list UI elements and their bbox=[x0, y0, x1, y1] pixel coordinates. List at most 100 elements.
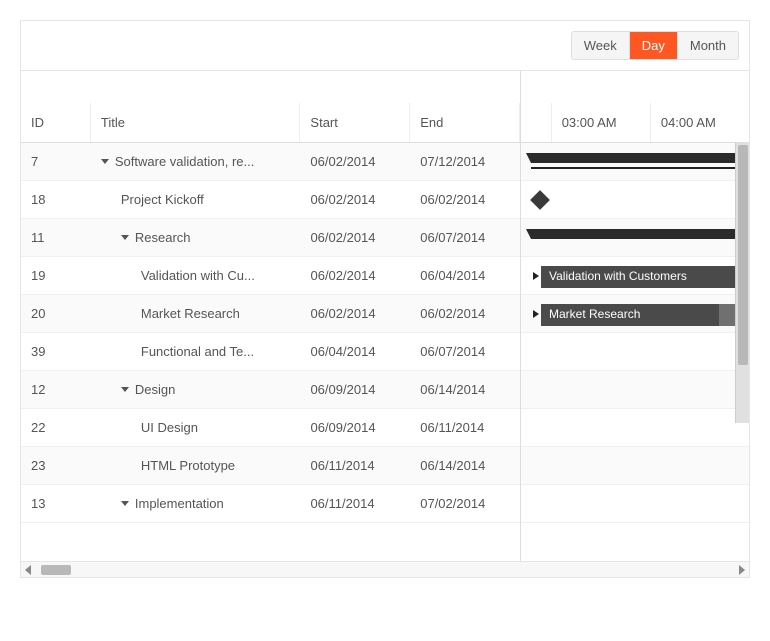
chevron-down-icon[interactable] bbox=[101, 159, 109, 164]
milestone-icon[interactable] bbox=[530, 190, 550, 210]
cell-start: 06/02/2014 bbox=[300, 154, 410, 169]
timeline-row[interactable] bbox=[521, 485, 749, 523]
timeline-header: 03:00 AM04:00 AM bbox=[521, 71, 749, 143]
cell-start: 06/11/2014 bbox=[300, 496, 410, 511]
cell-start: 06/09/2014 bbox=[300, 382, 410, 397]
timeline-row[interactable]: Market Research bbox=[521, 295, 749, 333]
timeline-row[interactable] bbox=[521, 371, 749, 409]
chevron-down-icon[interactable] bbox=[121, 387, 129, 392]
table-row[interactable]: 12Design06/09/201406/14/2014 bbox=[21, 371, 520, 409]
cell-start: 06/02/2014 bbox=[300, 230, 410, 245]
timeline-row[interactable] bbox=[521, 447, 749, 485]
title-text: Software validation, re... bbox=[115, 154, 254, 169]
scroll-right-icon[interactable] bbox=[739, 565, 745, 575]
title-text: Research bbox=[135, 230, 191, 245]
cell-id: 39 bbox=[21, 344, 91, 359]
cell-start: 06/02/2014 bbox=[300, 268, 410, 283]
vertical-scrollbar-thumb[interactable] bbox=[738, 145, 748, 365]
time-header-cell: 04:00 AM bbox=[650, 103, 749, 142]
cell-id: 13 bbox=[21, 496, 91, 511]
view-btn-month[interactable]: Month bbox=[678, 32, 738, 59]
cell-end: 06/02/2014 bbox=[410, 306, 520, 321]
timeline-panel: 03:00 AM04:00 AM Validation with Custome… bbox=[521, 71, 749, 561]
cell-end: 06/07/2014 bbox=[410, 344, 520, 359]
cell-id: 20 bbox=[21, 306, 91, 321]
cell-title: Functional and Te... bbox=[91, 344, 301, 359]
chevron-down-icon[interactable] bbox=[121, 235, 129, 240]
task-bar[interactable]: Market Research bbox=[541, 304, 749, 326]
cell-id: 12 bbox=[21, 382, 91, 397]
cell-end: 07/02/2014 bbox=[410, 496, 520, 511]
gantt-container: WeekDayMonth ID Title Start End 7 Softwar… bbox=[20, 20, 750, 578]
cell-id: 18 bbox=[21, 192, 91, 207]
cell-id: 7 bbox=[21, 154, 91, 169]
cell-id: 23 bbox=[21, 458, 91, 473]
cell-end: 06/14/2014 bbox=[410, 458, 520, 473]
cell-title: Research bbox=[91, 230, 301, 245]
view-btn-week[interactable]: Week bbox=[572, 32, 630, 59]
cell-end: 06/04/2014 bbox=[410, 268, 520, 283]
timeline-row[interactable] bbox=[521, 219, 749, 257]
summary-bar[interactable] bbox=[531, 153, 749, 163]
table-row[interactable]: 22UI Design06/09/201406/11/2014 bbox=[21, 409, 520, 447]
title-text: Design bbox=[135, 382, 175, 397]
table-row[interactable]: 39 Functional and Te... 06/04/201406/07/20… bbox=[21, 333, 520, 371]
chevron-down-icon[interactable] bbox=[121, 501, 129, 506]
dependency-arrow-icon bbox=[533, 310, 539, 318]
tree-header: ID Title Start End bbox=[21, 71, 520, 143]
cell-end: 06/11/2014 bbox=[410, 420, 520, 435]
horizontal-scrollbar-thumb[interactable] bbox=[41, 565, 71, 575]
table-row[interactable]: 20 Market Research 06/02/201406/02/2014 bbox=[21, 295, 520, 333]
tree-panel: ID Title Start End 7 Software validation,… bbox=[21, 71, 521, 561]
cell-start: 06/02/2014 bbox=[300, 306, 410, 321]
title-text: HTML Prototype bbox=[141, 458, 235, 473]
title-text: Functional and Te... bbox=[141, 344, 254, 359]
timeline-row[interactable]: Validation with Customers bbox=[521, 257, 749, 295]
cell-title: Implementation bbox=[91, 496, 301, 511]
col-header-title[interactable]: Title bbox=[91, 103, 301, 142]
view-switch: WeekDayMonth bbox=[571, 31, 739, 60]
cell-title: Market Research bbox=[91, 306, 301, 321]
table-row[interactable]: 13 Implementation 06/11/201407/02/2014 bbox=[21, 485, 520, 523]
summary-bar[interactable] bbox=[531, 229, 749, 239]
view-btn-day[interactable]: Day bbox=[630, 32, 678, 59]
cell-id: 19 bbox=[21, 268, 91, 283]
title-text: Market Research bbox=[141, 306, 240, 321]
timeline-row[interactable] bbox=[521, 181, 749, 219]
title-text: Validation with Cu... bbox=[141, 268, 255, 283]
cell-title: Design bbox=[91, 382, 301, 397]
col-header-start[interactable]: Start bbox=[300, 103, 410, 142]
cell-start: 06/11/2014 bbox=[300, 458, 410, 473]
cell-id: 22 bbox=[21, 420, 91, 435]
summary-outline bbox=[531, 167, 749, 169]
horizontal-scrollbar[interactable] bbox=[21, 561, 749, 577]
timeline-rows: Validation with Customers Market Research bbox=[521, 143, 749, 523]
title-text: Project Kickoff bbox=[121, 192, 204, 207]
cell-title: UI Design bbox=[91, 420, 301, 435]
horizontal-scrollbar-track[interactable] bbox=[31, 565, 739, 575]
cell-id: 11 bbox=[21, 230, 91, 245]
task-bar[interactable]: Validation with Customers bbox=[541, 266, 749, 288]
tree-rows: 7 Software validation, re... 06/02/2014 07/… bbox=[21, 143, 520, 523]
table-row[interactable]: 7Software validation, re...06/02/201407/… bbox=[21, 143, 520, 181]
title-text: UI Design bbox=[141, 420, 198, 435]
gantt-body: ID Title Start End 7 Software validation,… bbox=[21, 71, 749, 561]
cell-title: Project Kickoff bbox=[91, 192, 301, 207]
vertical-scrollbar[interactable] bbox=[735, 143, 749, 423]
col-header-id[interactable]: ID bbox=[21, 103, 91, 142]
cell-start: 06/04/2014 bbox=[300, 344, 410, 359]
timeline-row[interactable] bbox=[521, 143, 749, 181]
title-text: Implementation bbox=[135, 496, 224, 511]
table-row[interactable]: 23 HTML Prototype 06/11/201406/14/2014 bbox=[21, 447, 520, 485]
timeline-row[interactable] bbox=[521, 333, 749, 371]
cell-start: 06/02/2014 bbox=[300, 192, 410, 207]
cell-end: 06/02/2014 bbox=[410, 192, 520, 207]
timeline-row[interactable] bbox=[521, 409, 749, 447]
time-header-cell: 03:00 AM bbox=[551, 103, 650, 142]
cell-title: HTML Prototype bbox=[91, 458, 301, 473]
cell-title: Software validation, re... bbox=[91, 154, 301, 169]
table-row[interactable]: 18 Project Kickoff 06/02/201406/02/2014 bbox=[21, 181, 520, 219]
table-row[interactable]: 11Research06/02/201406/07/2014 bbox=[21, 219, 520, 257]
table-row[interactable]: 19 Validation with Cu... 06/02/201406/04/2… bbox=[21, 257, 520, 295]
col-header-end[interactable]: End bbox=[410, 103, 520, 142]
